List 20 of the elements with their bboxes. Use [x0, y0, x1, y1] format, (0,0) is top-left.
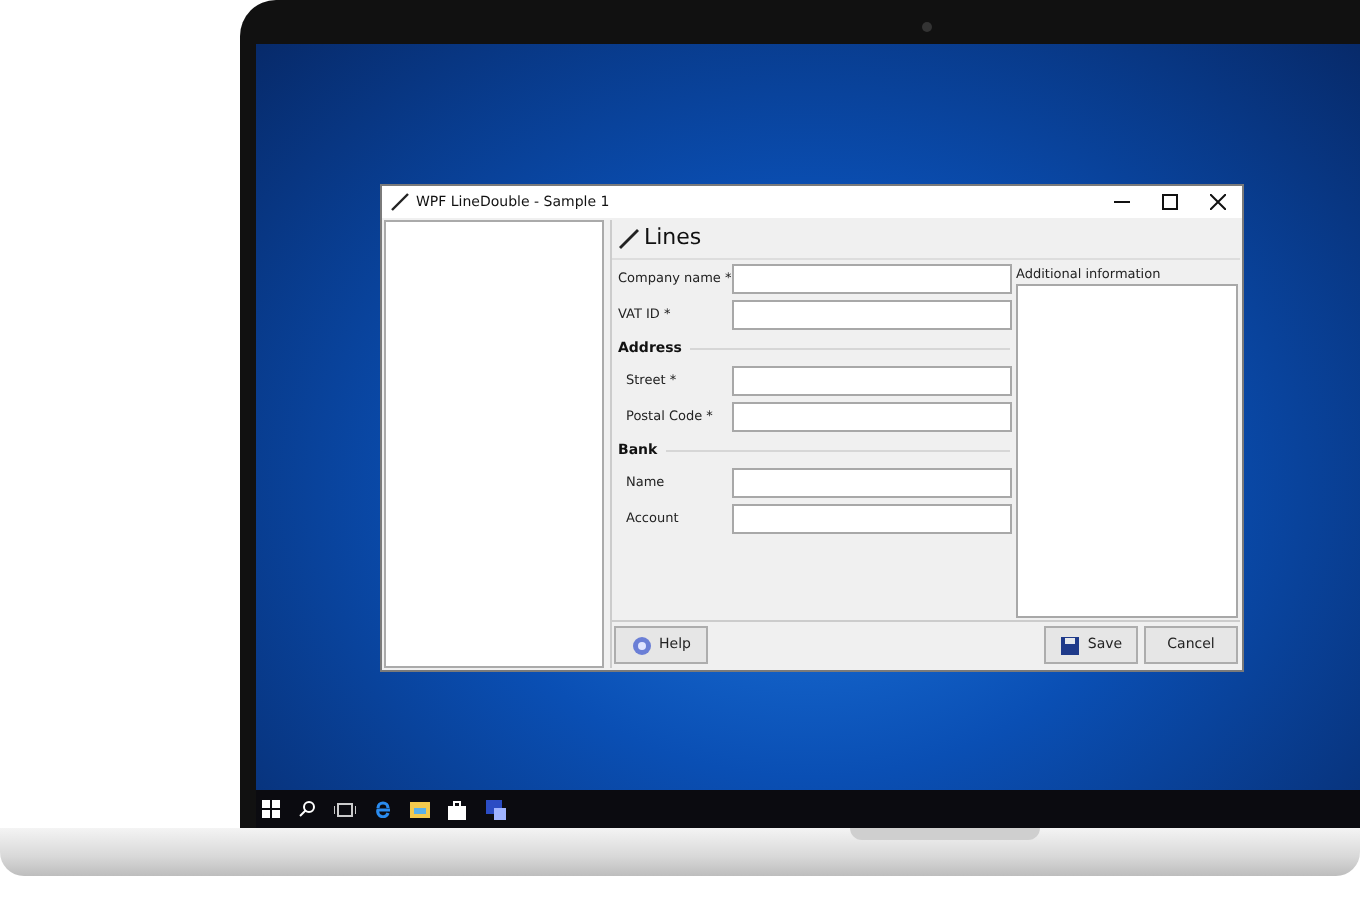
- text-field[interactable]: [732, 468, 1012, 498]
- search-icon[interactable]: [298, 800, 316, 818]
- pen-icon: [618, 228, 640, 250]
- pen-icon: [390, 192, 410, 212]
- app-icon[interactable]: [484, 797, 508, 821]
- text-field[interactable]: [732, 402, 1012, 432]
- windows-logo-icon[interactable]: [262, 800, 280, 818]
- task-view-icon[interactable]: [334, 801, 356, 817]
- browser-icon[interactable]: [374, 800, 392, 818]
- maximize-icon[interactable]: [1162, 194, 1178, 210]
- close-icon[interactable]: [1210, 194, 1226, 210]
- text-field[interactable]: [732, 300, 1012, 330]
- text-field[interactable]: [732, 504, 1012, 534]
- text-field[interactable]: [732, 264, 1012, 294]
- page-heading: Lines: [644, 222, 702, 255]
- text-field[interactable]: [732, 366, 1012, 396]
- help-icon: [631, 635, 652, 655]
- folder-icon[interactable]: [410, 800, 430, 818]
- camera-icon: [922, 22, 932, 32]
- additional-info-field[interactable]: [1016, 284, 1238, 618]
